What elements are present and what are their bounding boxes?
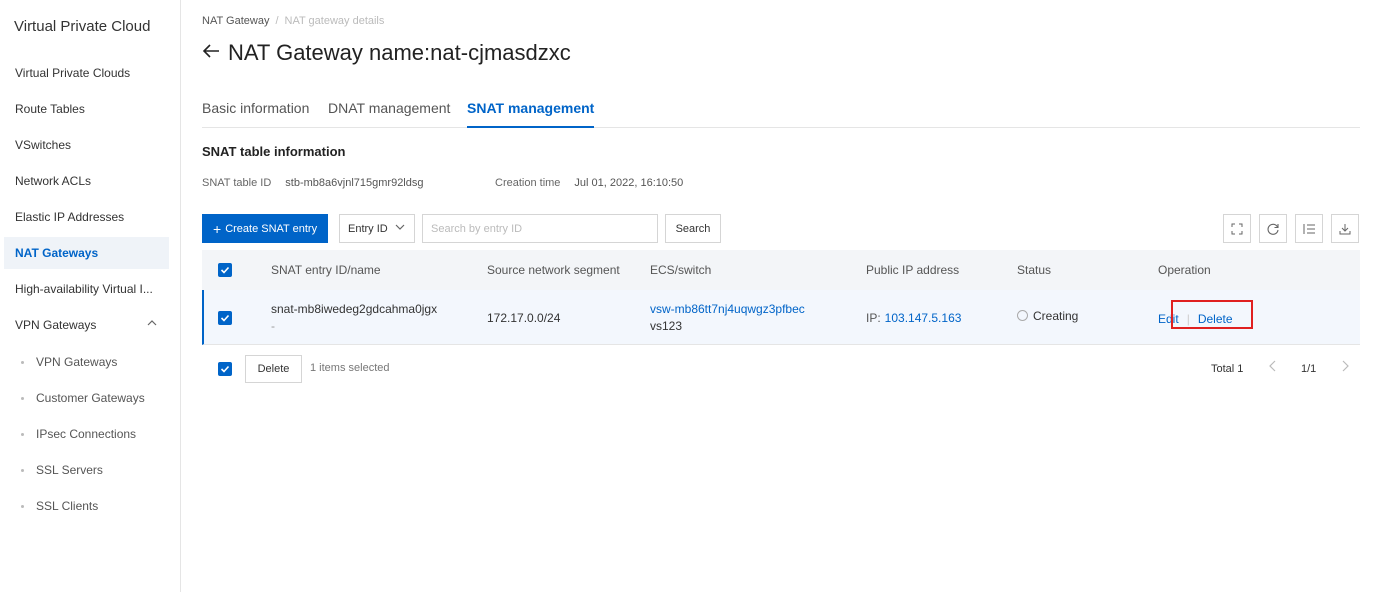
public-ip: IP: 103.147.5.163 [866,311,961,325]
loading-icon [1017,310,1028,321]
public-ip-link[interactable]: 103.147.5.163 [885,311,962,325]
bullet-icon [21,505,24,508]
page-title: NAT Gateway name:nat-cjmasdzxc [228,40,571,65]
sidebar-subitem-ssl-servers[interactable]: SSL Servers [4,454,169,486]
sidebar-subitem-vpn-gateways[interactable]: VPN Gateways [4,346,169,378]
sidebar-item-label: Customer Gateways [36,391,145,405]
tabs: Basic information DNAT management SNAT m… [202,96,1360,128]
breadcrumb-current: NAT gateway details [284,15,385,27]
check-icon [220,314,230,322]
main-content: NAT Gateway / NAT gateway details NAT Gate… [181,0,1379,592]
sidebar-item-network-acls[interactable]: Network ACLs [4,165,169,197]
sidebar-item-virtual-private-clouds[interactable]: Virtual Private Clouds [4,57,169,89]
refresh-icon [1267,223,1279,235]
creation-time-label: Creation time [495,177,561,189]
entry-id: snat-mb8iwedeg2gdcahma0jgx [271,302,438,316]
status-text: Creating [1033,309,1079,323]
creation-time-value: Jul 01, 2022, 16:10:50 [574,177,684,189]
sidebar-item-vswitches[interactable]: VSwitches [4,129,169,161]
column-header-operation: Operation [1158,263,1211,277]
column-settings-button[interactable] [1295,214,1323,243]
chevron-down-icon [395,222,405,235]
source-segment: 172.17.0.0/24 [487,311,561,325]
column-header-ecs-switch: ECS/switch [650,263,712,277]
sidebar-item-label: VPN Gateways [36,355,118,369]
column-header-public-ip: Public IP address [866,263,960,277]
sidebar-item-nat-gateways[interactable]: NAT Gateways [4,237,169,269]
download-icon [1339,223,1351,234]
sidebar-item-label: VPN Gateways [15,318,97,332]
bullet-icon [21,433,24,436]
create-snat-entry-label: Create SNAT entry [225,222,318,235]
status: Creating [1017,309,1078,323]
sidebar-subitem-customer-gateways[interactable]: Customer Gateways [4,382,169,414]
breadcrumb-parent[interactable]: NAT Gateway [202,15,269,27]
tab-basic-information[interactable]: Basic information [202,100,309,128]
filter-select-value: Entry ID [348,222,388,235]
sidebar-title: Virtual Private Cloud [14,18,151,35]
column-header-status: Status [1017,263,1052,277]
sidebar-item-label: SSL Servers [36,463,103,477]
create-snat-entry-button[interactable]: + Create SNAT entry [202,214,329,243]
breadcrumb: NAT Gateway / NAT gateway details [202,15,384,27]
search-button[interactable]: Search [665,214,721,243]
next-page-icon[interactable] [1341,360,1349,375]
snat-table-id-label: SNAT table ID [202,177,272,189]
check-icon [220,365,230,373]
fullscreen-button[interactable] [1223,214,1251,243]
tab-dnat-management[interactable]: DNAT management [328,100,450,128]
table-header: SNAT entry ID/name Source network segmen… [202,250,1360,290]
selected-count: 1 items selected [310,362,390,374]
column-header-entry-id: SNAT entry ID/name [271,263,381,277]
plus-icon: + [213,220,222,237]
previous-page-icon[interactable] [1269,360,1277,375]
filter-select[interactable]: Entry ID [339,214,415,243]
bullet-icon [21,469,24,472]
refresh-button[interactable] [1259,214,1287,243]
fullscreen-icon [1231,223,1243,234]
ip-prefix: IP: [866,311,881,325]
list-settings-icon [1303,223,1315,234]
search-input[interactable] [422,214,658,243]
sidebar-item-label: SSL Clients [36,499,99,513]
sidebar-subitem-ipsec-connections[interactable]: IPsec Connections [4,418,169,450]
sidebar-item-route-tables[interactable]: Route Tables [4,93,169,125]
sidebar: Virtual Private Cloud Virtual Private Cl… [0,0,181,592]
chevron-up-icon [147,309,157,341]
total-count: Total 1 [1211,363,1244,375]
batch-delete-button[interactable]: Delete [245,355,302,383]
snat-table-id: SNAT table ID stb-mb8a6vjnl715gmr92ldsg [202,177,423,189]
switch-name: vs123 [650,319,683,333]
page-indicator: 1/1 [1301,363,1317,375]
tab-snat-management[interactable]: SNAT management [467,100,595,128]
row-checkbox[interactable] [218,311,232,325]
check-icon [220,266,230,274]
back-arrow-icon[interactable] [202,42,220,65]
section-title: SNAT table information [202,144,346,159]
sidebar-item-elastic-ip-addresses[interactable]: Elastic IP Addresses [4,201,169,233]
sidebar-subitem-ssl-clients[interactable]: SSL Clients [4,490,169,522]
sidebar-item-vpn-gateways-group[interactable]: VPN Gateways [4,309,169,341]
sidebar-item-label: IPsec Connections [36,427,137,441]
page-title-row: NAT Gateway name:nat-cjmasdzxc [202,40,571,66]
snat-table-id-value: stb-mb8a6vjnl715gmr92ldsg [285,177,424,189]
download-button[interactable] [1331,214,1359,243]
column-header-source-segment: Source network segment [487,263,620,277]
select-all-checkbox[interactable] [218,263,232,277]
breadcrumb-separator: / [275,15,279,27]
bullet-icon [21,397,24,400]
footer-select-all-checkbox[interactable] [218,362,232,376]
bullet-icon [21,361,24,364]
highlight-box [1171,300,1253,329]
switch-id-link[interactable]: vsw-mb86tt7nj4uqwgz3pfbec [650,302,805,316]
creation-time: Creation time Jul 01, 2022, 16:10:50 [495,177,683,189]
entry-name: - [271,319,275,333]
sidebar-item-havip[interactable]: High-availability Virtual I... [4,273,169,305]
